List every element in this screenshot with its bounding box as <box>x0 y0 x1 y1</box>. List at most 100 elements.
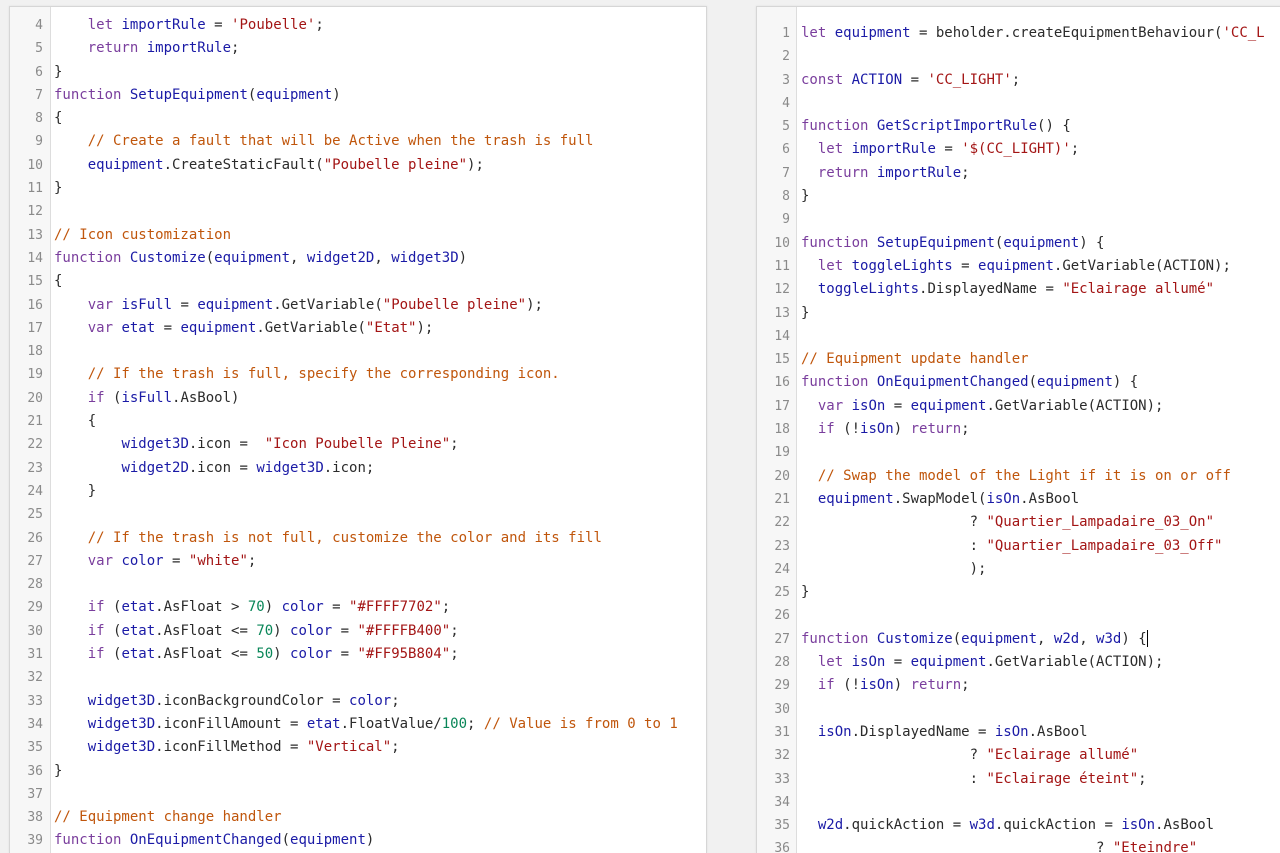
code-text[interactable]: ? "Eteindre" <box>801 837 1197 853</box>
code-line[interactable]: 20 // Swap the model of the Light if it … <box>757 465 1280 488</box>
code-line[interactable]: 9 // Create a fault that will be Active … <box>10 130 706 153</box>
code-line[interactable]: 28 <box>10 573 706 596</box>
code-text[interactable]: equipment.SwapModel(isOn.AsBool <box>801 488 1079 511</box>
code-line[interactable]: 34 <box>757 791 1280 814</box>
code-text[interactable]: // Equipment change handler <box>54 806 282 829</box>
code-line[interactable]: 32 ? "Eclairage allumé" <box>757 744 1280 767</box>
code-line[interactable]: 25 <box>10 503 706 526</box>
code-line[interactable]: 13 // Icon customization <box>10 224 706 247</box>
code-text[interactable]: if (etat.AsFloat > 70) color = "#FFFF770… <box>54 596 450 619</box>
code-line[interactable]: 23 : "Quartier_Lampadaire_03_Off" <box>757 535 1280 558</box>
code-line[interactable]: 10 function SetupEquipment(equipment) { <box>757 232 1280 255</box>
code-text[interactable]: } <box>54 177 62 200</box>
code-text[interactable]: // Equipment update handler <box>801 348 1029 371</box>
code-text[interactable]: widget2D.icon = widget3D.icon; <box>54 457 374 480</box>
code-line[interactable]: 33 : "Eclairage éteint"; <box>757 768 1280 791</box>
code-line[interactable]: 31 isOn.DisplayedName = isOn.AsBool <box>757 721 1280 744</box>
code-line[interactable]: 30 if (etat.AsFloat <= 70) color = "#FFF… <box>10 620 706 643</box>
code-line[interactable]: 4 <box>757 92 1280 115</box>
code-text[interactable]: // Icon customization <box>54 224 231 247</box>
code-text[interactable]: widget3D.iconBackgroundColor = color; <box>54 690 400 713</box>
code-line[interactable]: 8} <box>757 185 1280 208</box>
code-text[interactable]: let isOn = equipment.GetVariable(ACTION)… <box>801 651 1164 674</box>
code-text[interactable]: { <box>54 410 96 433</box>
code-line[interactable]: 6 let importRule = '$(CC_LIGHT)'; <box>757 138 1280 161</box>
code-text[interactable]: if (isFull.AsBool) <box>54 387 240 410</box>
code-line[interactable]: 16 function OnEquipmentChanged(equipment)… <box>757 371 1280 394</box>
code-line[interactable]: 14 <box>757 325 1280 348</box>
code-line[interactable]: 37 <box>10 783 706 806</box>
code-text[interactable]: var isOn = equipment.GetVariable(ACTION)… <box>801 395 1164 418</box>
code-text[interactable]: { <box>54 270 62 293</box>
code-text[interactable]: let importRule = '$(CC_LIGHT)'; <box>801 138 1079 161</box>
code-line[interactable]: 11 let toggleLights = equipment.GetVaria… <box>757 255 1280 278</box>
code-line[interactable]: 9 <box>757 208 1280 231</box>
code-line[interactable]: 7 function SetupEquipment(equipment) <box>10 84 706 107</box>
code-text[interactable]: if (etat.AsFloat <= 50) color = "#FF95B8… <box>54 643 459 666</box>
code-line[interactable]: 26 // If the trash is not full, customiz… <box>10 527 706 550</box>
code-line[interactable]: 31 if (etat.AsFloat <= 50) color = "#FF9… <box>10 643 706 666</box>
code-line[interactable]: 20 if (isFull.AsBool) <box>10 387 706 410</box>
code-line[interactable]: 17 var etat = equipment.GetVariable("Eta… <box>10 317 706 340</box>
code-line[interactable]: 1 let equipment = beholder.createEquipmen… <box>757 22 1280 45</box>
code-line[interactable]: 12 toggleLights.DisplayedName = "Eclaira… <box>757 278 1280 301</box>
code-text[interactable]: } <box>54 760 62 783</box>
code-line[interactable]: 2 <box>757 45 1280 68</box>
code-line[interactable]: 18 <box>10 340 706 363</box>
code-line[interactable]: 5 return importRule; <box>10 37 706 60</box>
code-text[interactable]: var color = "white"; <box>54 550 257 573</box>
code-text[interactable]: function OnEquipmentChanged(equipment) <box>54 829 374 852</box>
code-text[interactable]: } <box>801 302 809 325</box>
code-text[interactable]: const ACTION = 'CC_LIGHT'; <box>801 69 1020 92</box>
code-text[interactable]: function SetupEquipment(equipment) { <box>801 232 1104 255</box>
code-line[interactable]: 16 var isFull = equipment.GetVariable("P… <box>10 294 706 317</box>
code-line[interactable]: 14 function Customize(equipment, widget2D… <box>10 247 706 270</box>
code-text[interactable]: ); <box>801 558 987 581</box>
code-text[interactable]: ? "Eclairage allumé" <box>801 744 1139 767</box>
code-text[interactable]: } <box>801 581 809 604</box>
code-text[interactable]: toggleLights.DisplayedName = "Eclairage … <box>801 278 1214 301</box>
right-code-editor[interactable]: 1 let equipment = beholder.createEquipmen… <box>756 6 1280 853</box>
code-text[interactable]: return importRule; <box>801 162 970 185</box>
code-line[interactable]: 33 widget3D.iconBackgroundColor = color; <box>10 690 706 713</box>
code-text[interactable]: widget3D.icon = "Icon Poubelle Pleine"; <box>54 433 458 456</box>
code-text[interactable]: if (etat.AsFloat <= 70) color = "#FFFFB4… <box>54 620 459 643</box>
code-line[interactable]: 3 const ACTION = 'CC_LIGHT'; <box>757 69 1280 92</box>
code-text[interactable]: function Customize(equipment, w2d, w3d) … <box>801 628 1148 651</box>
code-line[interactable]: 30 <box>757 698 1280 721</box>
code-text[interactable]: if (!isOn) return; <box>801 418 970 441</box>
code-line[interactable]: 15 // Equipment update handler <box>757 348 1280 371</box>
code-text[interactable]: w2d.quickAction = w3d.quickAction = isOn… <box>801 814 1214 837</box>
left-code-editor[interactable]: 4 let importRule = 'Poubelle'; 5 return i… <box>9 6 707 853</box>
code-line[interactable]: 24 } <box>10 480 706 503</box>
code-line[interactable]: 21 equipment.SwapModel(isOn.AsBool <box>757 488 1280 511</box>
code-text[interactable]: } <box>54 480 96 503</box>
code-text[interactable]: let importRule = 'Poubelle'; <box>54 14 324 37</box>
code-text[interactable]: } <box>54 61 62 84</box>
code-line[interactable]: 12 <box>10 200 706 223</box>
code-line[interactable]: 21 { <box>10 410 706 433</box>
code-line[interactable]: 27 function Customize(equipment, w2d, w3d… <box>757 628 1280 651</box>
code-line[interactable]: 29 if (etat.AsFloat > 70) color = "#FFFF… <box>10 596 706 619</box>
code-text[interactable]: ? "Quartier_Lampadaire_03_On" <box>801 511 1214 534</box>
code-text[interactable]: isOn.DisplayedName = isOn.AsBool <box>801 721 1088 744</box>
code-line[interactable]: 19 <box>757 441 1280 464</box>
code-line[interactable]: 24 ); <box>757 558 1280 581</box>
code-text[interactable]: // Swap the model of the Light if it is … <box>801 465 1231 488</box>
code-line[interactable]: 22 widget3D.icon = "Icon Poubelle Pleine… <box>10 433 706 456</box>
code-line[interactable]: 5 function GetScriptImportRule() { <box>757 115 1280 138</box>
code-text[interactable]: widget3D.iconFillMethod = "Vertical"; <box>54 736 400 759</box>
code-line[interactable]: 34 widget3D.iconFillAmount = etat.FloatV… <box>10 713 706 736</box>
code-text[interactable]: // If the trash is full, specify the cor… <box>54 363 560 386</box>
code-line[interactable]: 26 <box>757 604 1280 627</box>
code-text[interactable]: : "Eclairage éteint"; <box>801 768 1147 791</box>
code-text[interactable]: : "Quartier_Lampadaire_03_Off" <box>801 535 1223 558</box>
code-text[interactable]: var etat = equipment.GetVariable("Etat")… <box>54 317 434 340</box>
code-text[interactable]: let equipment = beholder.createEquipment… <box>801 22 1265 45</box>
code-text[interactable]: { <box>54 107 62 130</box>
code-text[interactable]: if (!isOn) return; <box>801 674 970 697</box>
code-line[interactable]: 35 widget3D.iconFillMethod = "Vertical"; <box>10 736 706 759</box>
code-line[interactable]: 6} <box>10 61 706 84</box>
code-text[interactable]: function OnEquipmentChanged(equipment) { <box>801 371 1138 394</box>
code-line[interactable]: 19 // If the trash is full, specify the … <box>10 363 706 386</box>
